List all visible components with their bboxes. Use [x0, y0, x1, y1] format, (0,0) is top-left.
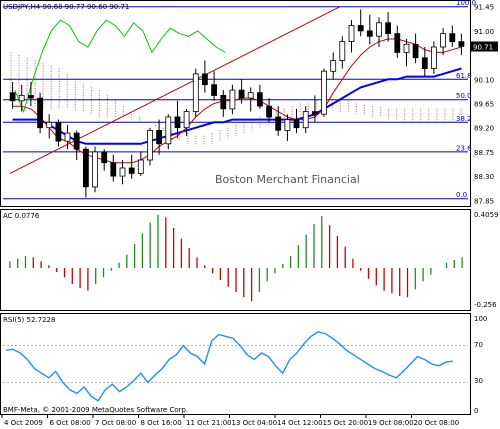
rsi-panel	[3, 331, 468, 402]
price-tick: 88.75	[474, 149, 494, 157]
candle-body	[55, 121, 62, 142]
price-tick: 87.85	[474, 197, 494, 205]
candle-body	[412, 43, 419, 59]
candle-body	[128, 167, 135, 174]
time-label: 7 Oct 08:00	[95, 419, 136, 427]
time-label: 19 Oct 08:00	[368, 419, 414, 427]
tenkan-sen-line	[12, 38, 462, 164]
candle-body	[430, 46, 437, 69]
candle-body	[201, 73, 208, 86]
ac-tick-min: -0.256	[474, 301, 497, 309]
fib-level-label: 100.0	[456, 0, 476, 7]
chart-window: 91.45 91.00 90.10 89.65 89.20 88.75 88.30 87.85…	[0, 0, 500, 429]
candle-body	[119, 167, 126, 177]
candle-body	[229, 89, 236, 110]
rsi-label: RSI(5) 52.7228	[3, 316, 55, 324]
price-tick: 90.10	[474, 76, 494, 84]
time-label: 15 Oct 20:00	[323, 419, 369, 427]
candle-body	[238, 89, 245, 99]
ac-label: AC 0.0776	[3, 212, 40, 220]
time-label: 13 Oct 04:00	[232, 419, 278, 427]
current-price-label: 90.71	[473, 44, 493, 52]
candle-body	[394, 33, 401, 53]
candle-body	[385, 22, 392, 34]
candle-body	[321, 70, 327, 115]
candle-body	[64, 132, 71, 142]
candle-body	[27, 95, 34, 99]
time-label: 14 Oct 12:00	[277, 419, 323, 427]
candle-body	[46, 121, 53, 129]
fib-level-label: 0.0	[456, 191, 467, 199]
rsi-tick-0: 0	[474, 407, 478, 415]
time-label: 20 Oct 08:00	[414, 419, 460, 427]
candle-body	[183, 111, 190, 129]
candle-body	[348, 25, 355, 43]
candle-body	[110, 162, 117, 177]
candle-body	[275, 116, 282, 131]
watermark-text: Boston Merchant Financial	[215, 173, 360, 186]
candle-body	[339, 41, 346, 61]
rsi-tick-30: 30	[474, 377, 483, 385]
chart-canvas: 91.45 91.00 90.10 89.65 89.20 88.75 88.30 87.85…	[0, 0, 499, 427]
candle-body	[137, 159, 144, 174]
rsi-line	[5, 331, 453, 402]
candle-body	[192, 73, 199, 112]
candle-body	[165, 116, 172, 145]
candle-body	[220, 95, 227, 110]
candle-body	[9, 92, 16, 102]
candle-body	[284, 119, 291, 131]
price-tick: 89.20	[474, 125, 494, 133]
candle-body	[256, 92, 263, 107]
fib-level-label: 61.8	[456, 72, 472, 80]
candle-body	[92, 151, 98, 188]
price-tick: 91.45	[474, 4, 494, 12]
candle-body	[147, 129, 153, 161]
candle-body	[357, 25, 364, 32]
candle-body	[440, 33, 447, 48]
time-label: 6 Oct 08:00	[50, 419, 91, 427]
candle-body	[366, 30, 373, 37]
time-label: 4 Oct 2009	[4, 419, 43, 427]
candle-body	[37, 97, 43, 129]
candle-body	[18, 95, 25, 102]
time-label: 8 Oct 16:00	[141, 419, 182, 427]
candle-body	[156, 129, 163, 145]
candle-body	[449, 33, 456, 43]
candle-body	[101, 151, 108, 164]
candle-body	[403, 43, 410, 53]
candle-body	[83, 148, 89, 188]
fib-level-label: 23.6	[456, 144, 472, 152]
price-tick: 88.30	[474, 173, 494, 181]
time-label: 11 Oct 21:00	[186, 419, 232, 427]
candle-body	[247, 92, 254, 99]
time-axis: 4 Oct 2009 6 Oct 08:00 7 Oct 08:00 8 Oct 16…	[1, 415, 460, 427]
candle-body	[302, 111, 309, 129]
candle-body	[266, 105, 273, 118]
candle-body	[293, 119, 300, 129]
price-tick: 89.65	[474, 101, 494, 109]
candle-body	[211, 84, 218, 96]
trend-line	[9, 6, 341, 174]
ac-panel	[9, 214, 463, 302]
candle-body	[174, 116, 181, 129]
candle-body	[73, 132, 80, 150]
candle-body	[311, 111, 318, 115]
copyright-text: BMF-Meta, © 2001-2009 MetaQuotes Softwar…	[3, 406, 188, 414]
candle-body	[330, 60, 337, 72]
symbol-label: USDJPY,H4 90.68 90.77 90.60 90.71	[3, 3, 129, 11]
candle-body	[421, 57, 428, 69]
price-tick: 91.00	[474, 28, 494, 36]
fib-level-label: 38.2	[456, 115, 472, 123]
rsi-panel-frame	[0, 313, 471, 415]
rsi-tick-70: 70	[474, 341, 483, 349]
candle-body	[458, 41, 465, 47]
rsi-tick-100: 100	[474, 315, 487, 323]
fib-level-label: 50.0	[456, 92, 472, 100]
ac-tick-max: 0.4059	[474, 211, 499, 219]
candle-body	[376, 22, 382, 37]
